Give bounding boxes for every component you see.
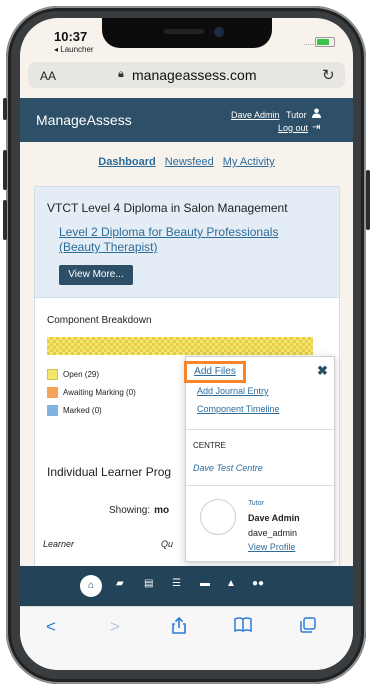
volume-up-button xyxy=(3,150,7,190)
showing-value[interactable]: mo xyxy=(154,505,169,516)
power-button xyxy=(366,170,370,230)
close-icon[interactable]: ✖ xyxy=(317,363,328,379)
address-bar[interactable]: AA 🔒︎ manageassess.com ↻ xyxy=(28,62,345,88)
component-breakdown-bar[interactable] xyxy=(47,337,313,355)
legend-label-marked: Marked (0) xyxy=(63,406,102,415)
camera xyxy=(214,27,224,37)
logout-link[interactable]: Log out xyxy=(278,123,308,133)
folder-icon[interactable]: ▬ xyxy=(200,578,210,589)
site-header: ManageAssess Dave Admin Tutor Log out ⇥ xyxy=(20,98,353,142)
logout-icon[interactable]: ⇥ xyxy=(312,122,320,133)
nav-newsfeed[interactable]: Newsfeed xyxy=(165,156,214,168)
nav-dashboard[interactable]: Dashboard xyxy=(98,156,155,168)
component-breakdown-title: Component Breakdown xyxy=(47,315,152,326)
notch xyxy=(102,18,272,48)
view-more-button[interactable]: View More... xyxy=(59,265,133,285)
popover-divider xyxy=(186,485,334,486)
legend-swatch-awaiting xyxy=(47,387,58,399)
qualification-title: VTCT Level 4 Diploma in Salon Management xyxy=(47,201,288,215)
legend-open: Open (29) xyxy=(47,369,99,381)
users-icon[interactable]: ●● xyxy=(252,578,264,589)
centre-name-link[interactable]: Dave Test Centre xyxy=(193,463,263,473)
safari-toolbar: < > xyxy=(20,606,353,670)
phone-screen: 10:37 ◂ Launcher ..... AA 🔒︎ manageasses… xyxy=(20,18,353,670)
column-learner: Learner xyxy=(43,539,75,549)
user-role: Tutor xyxy=(286,110,307,120)
centre-label: CENTRE xyxy=(193,441,226,450)
legend-marked: Marked (0) xyxy=(47,405,102,417)
view-profile-link[interactable]: View Profile xyxy=(248,542,295,552)
add-journal-entry-link[interactable]: Add Journal Entry xyxy=(197,386,269,396)
forward-icon[interactable]: > xyxy=(110,617,120,637)
bookmarks-icon[interactable] xyxy=(234,617,252,637)
showing-label: Showing: xyxy=(109,505,151,516)
legend-label-awaiting: Awaiting Marking (0) xyxy=(63,388,136,397)
tutor-username: dave_admin xyxy=(248,528,298,538)
legend-awaiting: Awaiting Marking (0) xyxy=(47,387,136,399)
lock-icon: 🔒︎ xyxy=(118,68,124,80)
home-icon[interactable]: ⌂ xyxy=(80,575,102,597)
tabs-icon[interactable] xyxy=(300,617,316,638)
user-name-link[interactable]: Dave Admin xyxy=(231,110,280,120)
volume-down-button xyxy=(3,200,7,240)
dashboard-nav: Dashboard Newsfeed My Activity xyxy=(20,156,353,168)
qualification-header: VTCT Level 4 Diploma in Salon Management… xyxy=(35,187,339,298)
legend-swatch-open xyxy=(47,369,58,381)
qualification-link[interactable]: Level 2 Diploma for Beauty Professionals… xyxy=(59,225,319,255)
popover-divider xyxy=(186,429,334,430)
side-button xyxy=(3,98,7,120)
brand-logo[interactable]: ManageAssess xyxy=(36,112,132,128)
back-icon[interactable]: < xyxy=(46,617,56,637)
text-size-button[interactable]: AA xyxy=(40,69,56,83)
back-to-app-link[interactable]: ◂ Launcher xyxy=(54,45,94,54)
status-time: 10:37 xyxy=(54,29,88,44)
battery-icon xyxy=(315,37,335,47)
reload-icon[interactable]: ↻ xyxy=(322,66,335,84)
site-toolbar: ⌂ ▰ ▤ ☰ ▬ ▲ ●● xyxy=(20,566,353,606)
nav-my-activity[interactable]: My Activity xyxy=(223,156,275,168)
card-icon[interactable]: ▤ xyxy=(144,578,153,589)
tutor-name: Dave Admin xyxy=(248,513,300,523)
add-files-link[interactable]: Add Files xyxy=(184,361,246,383)
legend-swatch-marked xyxy=(47,405,58,417)
column-qualification: Qu xyxy=(161,539,174,549)
list-icon[interactable]: ☰ xyxy=(172,578,181,589)
graduation-cap-icon[interactable]: ▲ xyxy=(226,578,236,589)
share-icon[interactable] xyxy=(172,616,186,639)
learner-progress-title: Individual Learner Prog xyxy=(47,465,172,479)
legend-label-open: Open (29) xyxy=(63,370,100,379)
component-timeline-link[interactable]: Component Timeline xyxy=(197,404,280,414)
url-text[interactable]: manageassess.com xyxy=(132,67,257,83)
component-popover: Add Files ✖ Add Journal Entry Component … xyxy=(184,356,335,562)
signal-indicator: ..... xyxy=(303,38,315,47)
speaker xyxy=(164,29,204,34)
avatar xyxy=(200,499,236,535)
showing-filter[interactable]: Showing: mo xyxy=(109,505,169,516)
book-icon[interactable]: ▰ xyxy=(116,578,124,589)
tutor-role: Tutor xyxy=(248,500,264,507)
user-icon xyxy=(312,108,321,121)
